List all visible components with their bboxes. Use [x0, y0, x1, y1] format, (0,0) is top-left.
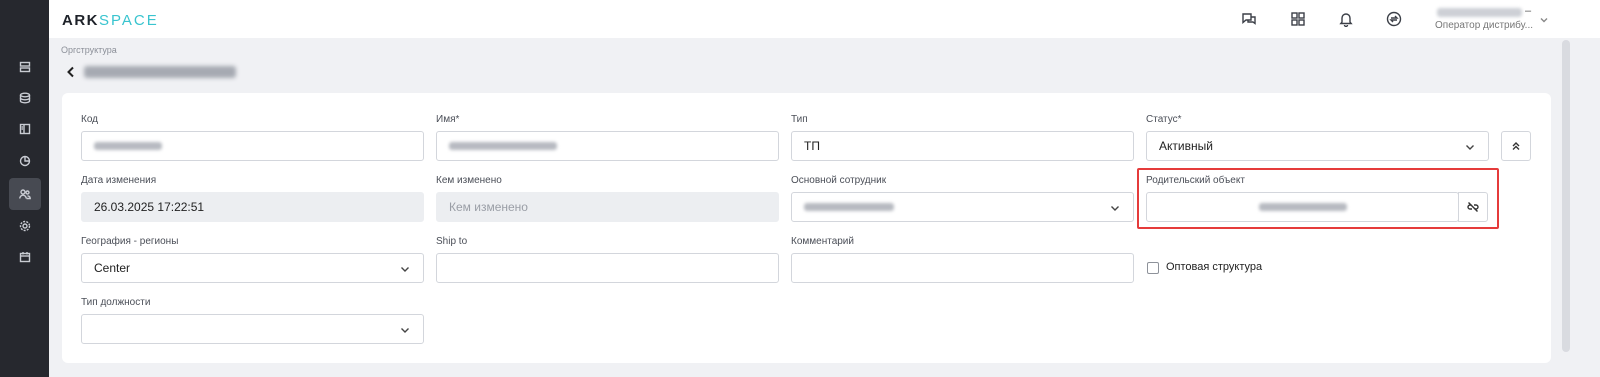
- kommentariy-label: Комментарий: [791, 236, 854, 247]
- kem-izmeneno-label: Кем изменено: [436, 175, 502, 186]
- shipto-field[interactable]: [436, 253, 779, 283]
- sync-icon: [1386, 11, 1402, 27]
- tip-field[interactable]: ТП: [791, 131, 1134, 161]
- user-role[interactable]: Оператор дистрибу...: [1435, 20, 1533, 31]
- chevron-down-icon: [1109, 202, 1121, 214]
- tip-dolzhnosti-select[interactable]: [81, 314, 424, 344]
- chat-button[interactable]: [1240, 10, 1258, 28]
- chevron-down-icon: [399, 324, 411, 336]
- shipto-label: Ship to: [436, 236, 468, 247]
- tip-dolzhnosti-label: Тип должности: [81, 297, 151, 308]
- user-dash: –: [1525, 5, 1532, 17]
- data-izmeneniya-field: 26.03.2025 17:22:51: [81, 192, 424, 222]
- sotrudnik-select[interactable]: [791, 192, 1134, 222]
- status-label: Статус*: [1146, 114, 1182, 125]
- database-icon: [19, 92, 31, 104]
- unlink-button[interactable]: [1458, 192, 1488, 222]
- list-icon: [19, 61, 31, 73]
- optovaya-checkbox[interactable]: [1147, 262, 1159, 274]
- data-izmeneniya-label: Дата изменения: [81, 175, 157, 186]
- top-bar: ARKSPACE – Оператор дистрибу...: [49, 0, 1600, 38]
- unlink-icon: [1467, 202, 1479, 212]
- geografiya-label: География - регионы: [81, 236, 179, 247]
- kem-izmeneno-field: Кем изменено: [436, 192, 779, 222]
- user-name[interactable]: [1437, 8, 1522, 17]
- calendar-icon: [19, 252, 31, 263]
- status-select[interactable]: Активный: [1146, 131, 1489, 161]
- breadcrumb[interactable]: Оргструктура: [61, 45, 117, 55]
- sync-button[interactable]: [1385, 10, 1403, 28]
- sidebar-item-calendar[interactable]: [9, 241, 41, 273]
- sidebar-item-reports[interactable]: [9, 145, 41, 177]
- sidebar-item-orgstructure[interactable]: [9, 178, 41, 210]
- apps-button[interactable]: [1289, 10, 1307, 28]
- pie-chart-icon: [19, 155, 31, 167]
- optovaya-label: Оптовая структура: [1166, 261, 1263, 273]
- chevrons-up-icon: [1512, 142, 1520, 150]
- collapse-button[interactable]: [1501, 131, 1531, 161]
- apps-grid-icon: [1291, 12, 1305, 26]
- book-icon: [19, 123, 31, 135]
- chevron-left-icon: [67, 66, 74, 78]
- roditelsky-field[interactable]: [1146, 192, 1459, 222]
- chat-icon: [1242, 13, 1256, 25]
- sidebar: [0, 0, 49, 377]
- user-menu-toggle[interactable]: [1539, 14, 1549, 28]
- roditelsky-label: Родительский объект: [1146, 175, 1245, 186]
- chevron-down-icon: [1464, 141, 1476, 153]
- kommentariy-field[interactable]: [791, 253, 1134, 283]
- imya-field[interactable]: [436, 131, 779, 161]
- chevron-down-icon: [1540, 18, 1548, 23]
- chevron-down-icon: [399, 263, 411, 275]
- imya-label: Имя*: [436, 114, 460, 125]
- sidebar-item-settings[interactable]: [9, 210, 41, 242]
- settings-icon: [19, 220, 31, 232]
- users-icon: [19, 189, 31, 200]
- sidebar-item-database[interactable]: [9, 82, 41, 114]
- tip-label: Тип: [791, 114, 808, 125]
- back-button[interactable]: [64, 65, 78, 79]
- form-card: Код Имя* Тип ТП Статус* Активный Дата из…: [62, 93, 1551, 363]
- sidebar-item-list[interactable]: [9, 51, 41, 83]
- scrollbar[interactable]: [1562, 40, 1570, 352]
- page-title: [84, 66, 236, 78]
- notifications-button[interactable]: [1337, 10, 1355, 28]
- sotrudnik-label: Основной сотрудник: [791, 175, 887, 186]
- sidebar-item-book[interactable]: [9, 113, 41, 145]
- geografiya-select[interactable]: Center: [81, 253, 424, 283]
- bell-icon: [1339, 13, 1353, 27]
- kod-field[interactable]: [81, 131, 424, 161]
- kod-label: Код: [81, 114, 99, 125]
- logo[interactable]: ARKSPACE: [62, 12, 159, 29]
